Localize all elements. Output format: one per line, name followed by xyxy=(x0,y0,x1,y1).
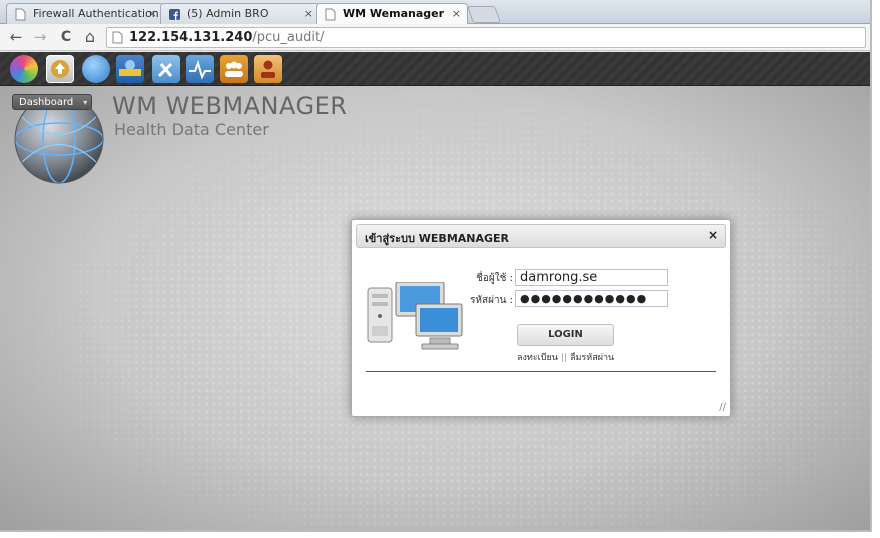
tab-strip: Firewall Authentication I × (5) Admin BR… xyxy=(0,0,870,25)
register-link[interactable]: ลงทะเบียน xyxy=(517,353,558,363)
tab-label: WM Wemanager xyxy=(343,7,445,20)
user-icon[interactable] xyxy=(254,55,282,83)
url-path: /pcu_audit/ xyxy=(252,30,325,45)
tab-label: (5) Admin BRO xyxy=(187,7,269,20)
close-icon[interactable]: × xyxy=(304,4,313,24)
page-icon xyxy=(112,31,123,44)
facebook-icon xyxy=(169,9,180,20)
login-button[interactable]: LOGIN xyxy=(517,324,614,346)
tools-icon[interactable] xyxy=(152,55,180,83)
hdc-logo-icon xyxy=(119,60,141,76)
password-label: รหัสผ่าน : xyxy=(470,295,513,306)
tab-wm-wemanager[interactable]: WM Wemanager × xyxy=(316,3,468,25)
close-icon[interactable]: × xyxy=(452,4,461,24)
back-icon[interactable]: ← xyxy=(6,27,26,47)
users-icon[interactable] xyxy=(220,55,248,83)
username-label: ชื่อผู้ใช้ : xyxy=(476,273,513,284)
password-field[interactable]: ●●●●●●●●●●●● xyxy=(515,290,668,307)
reload-icon[interactable]: C xyxy=(56,27,76,47)
app-toolbar xyxy=(0,52,870,86)
dialog-header[interactable]: เข้าสู่ระบบ WEBMANAGER × xyxy=(356,224,726,248)
resize-grip-icon[interactable]: // xyxy=(719,402,726,413)
browser-toolbar: ← → C ⌂ 122.154.131.240/pcu_audit/ xyxy=(0,24,870,51)
new-tab-button[interactable] xyxy=(466,6,502,23)
dialog-title: เข้าสู่ระบบ WEBMANAGER xyxy=(365,232,510,245)
page-icon xyxy=(325,8,336,21)
group-icon xyxy=(225,61,243,77)
forgot-password-link[interactable]: ลืมรหัสผ่าน xyxy=(570,353,614,363)
heartbeat-icon xyxy=(189,59,211,80)
page-icon xyxy=(15,8,26,21)
url-host: 122.154.131.240 xyxy=(129,30,253,45)
dashboard-label: Dashboard xyxy=(19,97,74,108)
color-wheel-icon[interactable] xyxy=(10,55,38,83)
wrench-icon xyxy=(157,62,173,78)
forward-icon[interactable]: → xyxy=(30,27,50,47)
username-field[interactable]: damrong.se xyxy=(515,269,668,286)
dashboard-dropdown[interactable]: Dashboard ▾ xyxy=(12,94,93,110)
upload-icon[interactable] xyxy=(46,55,74,83)
login-dialog: เข้าสู่ระบบ WEBMANAGER × ชื่อผู้ใช้ : da… xyxy=(351,219,731,417)
hdc-icon[interactable] xyxy=(116,55,144,83)
divider xyxy=(366,371,716,372)
tab-firewall-authentication[interactable]: Firewall Authentication I × xyxy=(6,3,164,24)
browser-window: Firewall Authentication I × (5) Admin BR… xyxy=(0,0,872,532)
close-icon[interactable]: × xyxy=(708,228,718,242)
home-icon[interactable]: ⌂ xyxy=(80,27,100,47)
pulse-icon[interactable] xyxy=(186,55,214,83)
upload-arrow-icon xyxy=(51,60,69,78)
tab-admin-bro[interactable]: (5) Admin BRO × xyxy=(160,3,320,24)
link-separator: || xyxy=(560,353,567,363)
brand-subtitle: Health Data Center xyxy=(114,120,269,139)
address-bar[interactable]: 122.154.131.240/pcu_audit/ xyxy=(106,27,866,48)
brand-title: WM WEBMANAGER xyxy=(112,92,348,120)
tab-label: Firewall Authentication I xyxy=(33,7,164,20)
close-icon[interactable]: × xyxy=(148,4,157,24)
globe-icon[interactable] xyxy=(82,55,110,83)
account-links: ลงทะเบียน || ลืมรหัสผ่าน xyxy=(517,350,614,364)
person-icon xyxy=(261,60,275,78)
url-text: 122.154.131.240/pcu_audit/ xyxy=(129,29,324,47)
chevron-down-icon: ▾ xyxy=(83,98,88,107)
main-content: Dashboard ▾ WM WEBMANAGER Health Data Ce… xyxy=(0,86,870,530)
